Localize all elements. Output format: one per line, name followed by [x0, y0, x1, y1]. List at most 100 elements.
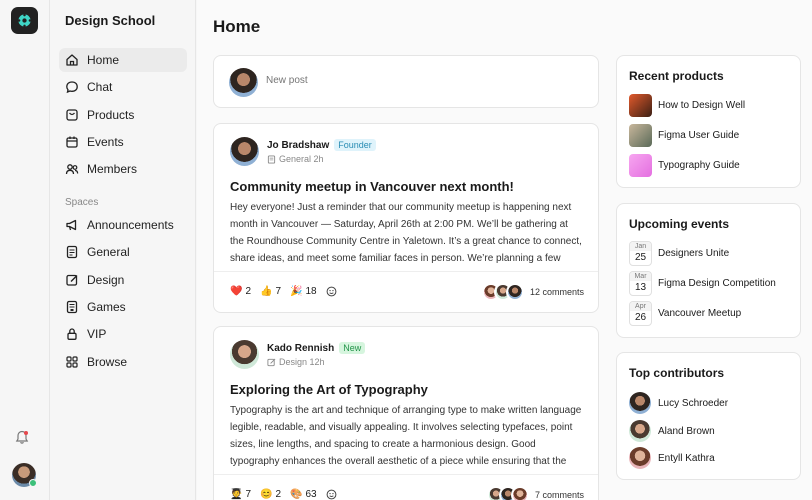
- products-icon: [66, 109, 78, 121]
- product-item[interactable]: How to Design Well: [629, 94, 745, 117]
- event-month: Mar: [630, 272, 651, 281]
- page-title: Home: [213, 17, 261, 36]
- event-item[interactable]: Mar 13 Figma Design Competition: [629, 271, 776, 296]
- upcoming-events-title: Upcoming events: [629, 217, 730, 231]
- top-contributors-card: Top contributors Lucy Schroeder Aland Br…: [616, 352, 801, 480]
- post-header: Kado Rennish New Design 12h: [230, 340, 366, 369]
- contributor-item[interactable]: Lucy Schroeder: [629, 392, 728, 414]
- product-name: Typography Guide: [658, 160, 740, 171]
- reaction-count: 2: [275, 489, 282, 500]
- product-name: Figma User Guide: [658, 130, 740, 141]
- edit-icon: [267, 358, 276, 366]
- author-name[interactable]: Kado Rennish: [267, 343, 334, 354]
- post-title[interactable]: Community meetup in Vancouver next month…: [230, 179, 514, 194]
- space-item-general[interactable]: General: [59, 240, 187, 264]
- space-item-announcements[interactable]: Announcements: [59, 213, 187, 237]
- sidebar: Design School Home Chat Products Events …: [50, 0, 196, 500]
- product-thumbnail: [629, 94, 652, 117]
- product-item[interactable]: Figma User Guide: [629, 124, 739, 147]
- members-icon: [65, 164, 79, 175]
- app-rail: [0, 0, 50, 500]
- event-item[interactable]: Apr 26 Vancouver Meetup: [629, 301, 741, 326]
- reactions-bar: 🧑‍🎓 7 😊 2 🎨 63: [230, 489, 346, 500]
- post-time: 2h: [313, 154, 324, 164]
- event-item[interactable]: Jan 25 Designers Unite: [629, 241, 729, 266]
- nav-item-events[interactable]: Events: [59, 130, 187, 154]
- post-time: 12h: [309, 357, 325, 367]
- new-post-input[interactable]: [266, 75, 566, 86]
- contributor-item[interactable]: Entyll Kathra: [629, 447, 715, 469]
- reaction-count: 7: [245, 489, 252, 500]
- space-item-browse[interactable]: Browse: [59, 350, 187, 374]
- event-day: 25: [634, 252, 647, 263]
- author-avatar[interactable]: [230, 137, 259, 166]
- reaction-count: 63: [305, 489, 317, 500]
- new-post-composer[interactable]: [213, 55, 599, 108]
- post-card[interactable]: Kado Rennish New Design 12h Exploring th…: [213, 326, 599, 500]
- event-name: Designers Unite: [658, 248, 730, 259]
- nav-label: Home: [87, 53, 120, 67]
- recent-products-title: Recent products: [629, 69, 724, 83]
- space-item-vip[interactable]: VIP: [59, 322, 187, 346]
- nav-label: Events: [87, 135, 124, 149]
- document-icon: [66, 245, 78, 259]
- reaction-thumbs-up[interactable]: 👍 7: [260, 286, 281, 297]
- community-name: Design School: [65, 13, 156, 28]
- home-icon: [66, 54, 78, 66]
- reaction-smile[interactable]: 😊 2: [260, 489, 281, 500]
- palette-icon: 🎨: [290, 489, 303, 500]
- nav-item-home[interactable]: Home: [59, 48, 187, 72]
- comment-count[interactable]: 7 comments: [535, 490, 584, 500]
- post-footer: ❤️ 2 👍 7 🎉 18 12 comments: [214, 271, 598, 313]
- nav-item-chat[interactable]: Chat: [59, 75, 187, 99]
- author-name[interactable]: Jo Bradshaw: [267, 140, 329, 151]
- space-item-games[interactable]: Games: [59, 295, 187, 319]
- chat-icon: [66, 81, 78, 94]
- spaces-heading: Spaces: [65, 197, 99, 208]
- document-icon: [267, 154, 276, 164]
- space-label: VIP: [87, 327, 107, 341]
- post-space[interactable]: General: [279, 154, 311, 164]
- contributor-avatar: [629, 392, 651, 414]
- commenter-avatar: [505, 283, 524, 301]
- app-logo[interactable]: [11, 7, 38, 34]
- add-emoji-icon: [326, 286, 337, 297]
- comment-summary[interactable]: 12 comments: [481, 283, 584, 301]
- event-day: 13: [634, 282, 647, 293]
- reaction-heart[interactable]: ❤️ 2: [230, 286, 251, 297]
- nav-item-products[interactable]: Products: [59, 103, 187, 127]
- event-month: Jan: [630, 242, 651, 251]
- role-badge: New: [339, 342, 366, 354]
- nav-label: Members: [87, 162, 138, 176]
- event-date: Apr 26: [629, 301, 652, 326]
- comment-count[interactable]: 12 comments: [530, 287, 584, 297]
- space-label: Announcements: [87, 218, 174, 232]
- reaction-palette[interactable]: 🎨 63: [290, 489, 317, 500]
- post-space[interactable]: Design: [279, 357, 307, 367]
- nav-item-members[interactable]: Members: [59, 157, 187, 181]
- contributor-avatar: [629, 447, 651, 469]
- product-item[interactable]: Typography Guide: [629, 154, 740, 177]
- add-reaction-button[interactable]: [326, 286, 337, 297]
- notifications-bell-icon[interactable]: [15, 430, 33, 448]
- space-label: Browse: [87, 355, 128, 369]
- upcoming-events-card: Upcoming events Jan 25 Designers Unite Ma…: [616, 203, 801, 338]
- space-item-design[interactable]: Design: [59, 268, 187, 292]
- post-title[interactable]: Exploring the Art of Typography: [230, 382, 428, 397]
- space-label: General: [87, 245, 130, 259]
- reaction-count: 7: [275, 286, 282, 297]
- post-meta: Design 12h: [267, 357, 365, 367]
- author-avatar[interactable]: [230, 340, 259, 369]
- event-day: 26: [634, 312, 647, 323]
- composer-avatar: [229, 68, 258, 97]
- product-name: How to Design Well: [658, 100, 746, 111]
- reaction-party[interactable]: 🎉 18: [290, 286, 317, 297]
- comment-summary[interactable]: 7 comments: [486, 486, 584, 500]
- lock-icon: [67, 328, 77, 340]
- post-card[interactable]: Jo Bradshaw Founder General 2h Community…: [213, 123, 599, 313]
- add-reaction-button[interactable]: [326, 489, 337, 500]
- reaction-student[interactable]: 🧑‍🎓 7: [230, 489, 251, 500]
- grid-icon: [66, 356, 78, 368]
- thumbs-up-icon: 👍: [260, 286, 273, 297]
- contributor-item[interactable]: Aland Brown: [629, 420, 715, 442]
